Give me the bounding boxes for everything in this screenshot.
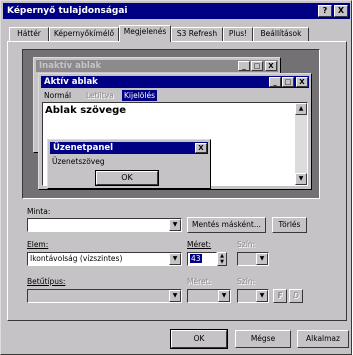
italic-toggle[interactable]: D <box>289 289 303 303</box>
menu-selected: Kijelölés <box>122 90 157 101</box>
font-size-label: Méret: <box>187 277 212 286</box>
tab-strip: Háttér Képernyőkímélő Megjelenés S3 Refr… <box>7 25 347 42</box>
apply-button[interactable]: Alkalmaz <box>297 330 349 348</box>
scheme-label: Minta: <box>27 207 51 216</box>
tab-appearance[interactable]: Megjelenés <box>119 25 171 42</box>
save-as-button[interactable]: Mentés másként... <box>187 217 266 233</box>
inactive-minimize-icon: _ <box>238 61 250 71</box>
item-value: Ikontávolság (vízszintes) <box>30 254 123 263</box>
active-close-icon: X <box>296 77 308 87</box>
close-button[interactable]: X <box>334 5 348 17</box>
chevron-down-icon[interactable]: ▼ <box>169 290 181 302</box>
arrow-up-icon: ▲ <box>295 103 307 115</box>
item-size-spinner[interactable]: ▲ ▼ <box>217 252 227 266</box>
font-color-picker[interactable]: ▼ <box>237 289 269 303</box>
item-size-input[interactable]: 43 <box>187 252 217 266</box>
ok-button[interactable]: OK <box>170 329 228 349</box>
menu-normal: Normál <box>44 91 72 100</box>
scheme-select[interactable]: ▼ <box>27 218 182 232</box>
tab-s3-refresh[interactable]: S3 Refresh <box>171 27 223 41</box>
title-bar: Képernyő tulajdonságai ? X <box>3 3 350 19</box>
chevron-down-icon[interactable]: ▼ <box>169 219 181 231</box>
window-text: Ablak szövege <box>45 105 127 116</box>
chevron-down-icon[interactable]: ▼ <box>256 290 268 302</box>
chevron-down-icon[interactable]: ▼ <box>218 290 230 302</box>
help-button[interactable]: ? <box>318 5 332 17</box>
item-size-value: 43 <box>190 254 202 263</box>
font-size-select[interactable]: ▼ <box>187 289 231 303</box>
window-title: Képernyő tulajdonságai <box>7 6 128 16</box>
active-maximize-icon: □ <box>282 77 294 87</box>
font-select[interactable]: ▼ <box>27 289 182 303</box>
item-size-label: Méret: <box>187 240 212 249</box>
appearance-preview[interactable]: Inaktív ablak _ □ X Aktív ablak _ □ X No… <box>22 49 320 199</box>
item-label: Elem: <box>27 240 49 249</box>
message-text: Üzenetszöveg <box>52 157 105 166</box>
active-window-titlebar: Aktív ablak _ □ X <box>41 76 309 88</box>
arrow-down-icon: ▼ <box>295 173 307 185</box>
display-properties-dialog: Képernyő tulajdonságai ? X Háttér Képern… <box>0 0 352 355</box>
arrow-down-icon[interactable]: ▼ <box>218 259 226 265</box>
message-close-icon: X <box>195 143 207 153</box>
tab-settings[interactable]: Beállítások <box>253 27 309 41</box>
item-color-picker[interactable]: ▼ <box>237 252 269 266</box>
message-box-titlebar: Üzenetpanel X <box>50 142 208 154</box>
chevron-down-icon[interactable]: ▼ <box>256 253 268 265</box>
inactive-window-title: Inaktív ablak <box>39 61 102 71</box>
menu-disabled: Letiltva <box>86 91 114 100</box>
active-minimize-icon: _ <box>269 77 281 87</box>
inactive-maximize-icon: □ <box>251 61 263 71</box>
tab-background[interactable]: Háttér <box>9 27 49 41</box>
active-window-title: Aktív ablak <box>44 77 98 87</box>
message-box-title: Üzenetpanel <box>53 143 114 153</box>
tab-screensaver[interactable]: Képernyőkímélő <box>49 27 119 41</box>
item-color-label: Szín: <box>237 240 256 249</box>
inactive-close-icon: X <box>265 61 277 71</box>
delete-button[interactable]: Törlés <box>272 217 307 233</box>
message-box: Üzenetpanel X Üzenetszöveg OK <box>47 139 211 189</box>
bold-toggle[interactable]: F <box>273 289 287 303</box>
font-label: Betűtípus: <box>27 277 66 286</box>
preview-scrollbar: ▲ ▼ <box>295 103 307 185</box>
font-color-label: Szín: <box>237 277 256 286</box>
cancel-button[interactable]: Mégse <box>235 330 291 348</box>
message-ok-button: OK <box>95 170 159 186</box>
item-select[interactable]: Ikontávolság (vízszintes) ▼ <box>27 252 182 266</box>
chevron-down-icon[interactable]: ▼ <box>169 253 181 265</box>
tab-plus[interactable]: Plus! <box>223 27 253 41</box>
inactive-window-titlebar: Inaktív ablak _ □ X <box>36 60 278 72</box>
